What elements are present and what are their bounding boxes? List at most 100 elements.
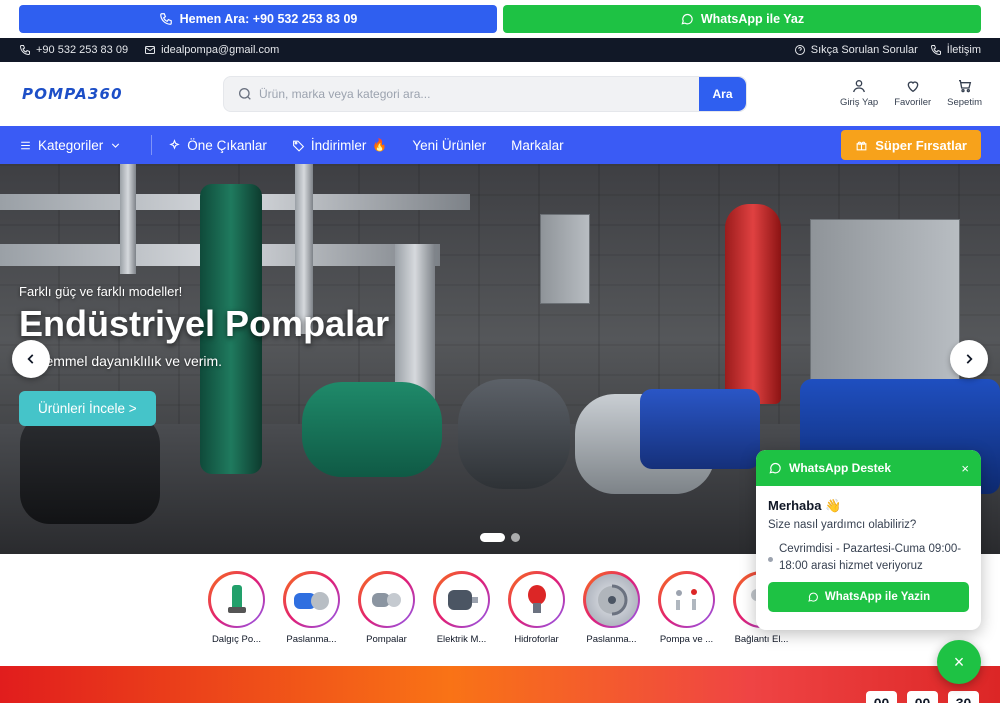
category-label: Elektrik M...: [436, 634, 487, 645]
nav-categories[interactable]: Kategoriler: [19, 138, 122, 153]
category-item[interactable]: Dalgıç Po...: [208, 571, 265, 666]
category-item[interactable]: Pompalar: [358, 571, 415, 666]
hero-text: Farklı güç ve farklı modeller! Endüstriy…: [19, 284, 389, 426]
pump-icon: [371, 592, 401, 607]
category-image: [210, 573, 263, 626]
category-item[interactable]: Paslanma...: [283, 571, 340, 666]
whatsapp-widget-title: WhatsApp Destek: [789, 461, 892, 475]
contact-link[interactable]: İletişim: [930, 44, 981, 56]
hydrophore-icon: [527, 584, 546, 613]
favorites-button[interactable]: Favoriler: [894, 78, 931, 108]
search-input[interactable]: [259, 87, 699, 101]
category-ring: [583, 571, 640, 628]
nav-featured[interactable]: Öne Çıkanlar: [168, 138, 267, 153]
slider-dot-2[interactable]: [511, 533, 520, 542]
close-icon: ×: [953, 651, 965, 672]
faq-link[interactable]: Sıkça Sorulan Sorular: [794, 44, 918, 56]
login-button[interactable]: Giriş Yap: [840, 78, 878, 108]
info-email-label: idealpompa@gmail.com: [161, 44, 280, 56]
menu-icon: [21, 141, 30, 149]
whatsapp-write-button[interactable]: WhatsApp ile Yaz: [503, 5, 981, 33]
info-links: Sıkça Sorulan Sorular İletişim: [794, 44, 981, 56]
hero-control-panel: [540, 214, 590, 304]
heart-icon: [907, 81, 918, 93]
category-item[interactable]: Elektrik M...: [433, 571, 490, 666]
info-email[interactable]: idealpompa@gmail.com: [144, 44, 279, 56]
super-deals-button[interactable]: Süper Fırsatlar: [841, 130, 981, 160]
slider-next-button[interactable]: [950, 340, 988, 378]
nav-featured-label: Öne Çıkanlar: [187, 137, 267, 153]
info-bar: +90 532 253 83 09 idealpompa@gmail.com S…: [0, 38, 1000, 62]
category-ring: [508, 571, 565, 628]
hero-pipe: [120, 164, 136, 274]
hero-pressure-tank: [725, 204, 781, 404]
login-label: Giriş Yap: [839, 97, 879, 108]
nav-discounts[interactable]: İndirimler 🔥: [292, 138, 387, 153]
nav-brands-label: Markalar: [511, 137, 564, 153]
timer-seconds: 30: [948, 691, 979, 703]
timer-hours: 00: [866, 691, 897, 703]
hero-pump: [640, 389, 760, 469]
slider-dots: [480, 533, 520, 542]
site-logo[interactable]: POMPA360: [22, 85, 222, 103]
whatsapp-toggle-button[interactable]: ×: [937, 640, 981, 684]
chevron-down-icon: [112, 142, 120, 148]
category-label: Paslanma...: [286, 634, 337, 645]
whatsapp-chat-button[interactable]: WhatsApp ile Yazin: [768, 582, 969, 613]
nav-brands[interactable]: Markalar: [511, 138, 564, 153]
category-item[interactable]: Paslanma...: [583, 571, 640, 666]
hero-title: Endüstriyel Pompalar: [19, 303, 390, 344]
category-ring: [658, 571, 715, 628]
submersible-pump-icon: [227, 584, 246, 613]
category-item[interactable]: Hidroforlar: [508, 571, 565, 666]
search-button[interactable]: Ara: [699, 77, 746, 111]
hero-pump: [20, 414, 160, 524]
chevron-left-icon: [27, 354, 34, 364]
category-image: [435, 573, 488, 626]
category-item[interactable]: Pompa ve ...: [658, 571, 715, 666]
slider-prev-button[interactable]: [12, 340, 50, 378]
hero-kicker: Farklı güç ve farklı modeller!: [19, 284, 183, 299]
call-now-button[interactable]: Hemen Ara: +90 532 253 83 09: [19, 5, 497, 33]
category-label: Bağlantı El...: [734, 634, 789, 645]
super-deals-label: Süper Fırsatlar: [875, 137, 967, 153]
user-icon: [853, 80, 866, 93]
fire-icon: 🔥: [372, 138, 388, 152]
gift-icon: [856, 141, 867, 150]
cart-label: Sepetim: [947, 97, 982, 108]
close-icon[interactable]: ×: [961, 461, 969, 476]
whatsapp-icon: [769, 462, 781, 474]
call-now-label: Hemen Ara: +90 532 253 83 09: [179, 12, 358, 26]
cart-icon: [958, 80, 971, 93]
browse-products-button[interactable]: Ürünleri İncele >: [19, 391, 156, 426]
contact-label: İletişim: [946, 44, 981, 56]
nav-new-products-label: Yeni Ürünler: [412, 137, 487, 153]
sparkles-icon: [169, 138, 181, 150]
hero-pump: [458, 379, 570, 489]
category-ring: [433, 571, 490, 628]
phone-icon: [19, 45, 30, 56]
mail-icon: [145, 46, 156, 54]
whatsapp-support-widget: WhatsApp Destek × Merhaba 👋 Size nasıl y…: [756, 450, 981, 630]
faq-label: Sıkça Sorulan Sorular: [810, 44, 918, 56]
whatsapp-greeting: Merhaba 👋: [768, 498, 842, 513]
search-icon: [239, 88, 251, 100]
cart-button[interactable]: Sepetim: [947, 78, 982, 108]
promo-banner: [0, 666, 1000, 703]
site-header: POMPA360 Ara Giriş Yap Favoriler Sepetim: [0, 62, 1000, 126]
help-circle-icon: [794, 45, 805, 55]
phone-icon: [159, 13, 172, 25]
slider-dot-1[interactable]: [480, 533, 505, 542]
nav-discounts-label: İndirimler: [310, 137, 367, 153]
whatsapp-question: Size nasıl yardımcı olabiliriz?: [768, 519, 917, 531]
phone-icon: [930, 45, 941, 56]
favorites-label: Favoriler: [894, 97, 932, 108]
nav-new-products[interactable]: Yeni Ürünler: [412, 138, 486, 153]
stainless-pump-icon: [293, 591, 329, 610]
info-phone[interactable]: +90 532 253 83 09: [19, 44, 128, 56]
accessories-icon: [675, 588, 697, 610]
category-label: Pompalar: [366, 634, 407, 645]
whatsapp-icon: [808, 592, 818, 603]
category-image: [585, 573, 638, 626]
category-label: Paslanma...: [586, 634, 637, 645]
